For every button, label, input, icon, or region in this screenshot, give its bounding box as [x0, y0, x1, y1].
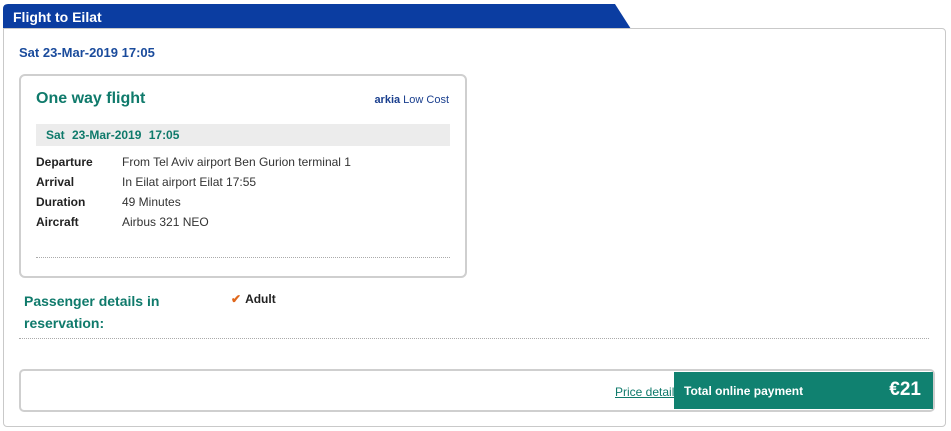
tab-title: Flight to Eilat [13, 9, 102, 25]
check-icon: ✔ [231, 292, 242, 306]
duration-value: 49 Minutes [122, 195, 181, 209]
flight-type-title: One way flight [36, 90, 146, 107]
flight-card: One way flight arkia Low Cost Sat 23-Mar-… [19, 74, 467, 278]
price-details-link[interactable]: Price details [615, 385, 680, 399]
flight-date-header: Sat 23-Mar-2019 17:05 [19, 45, 155, 60]
arrival-label: Arrival [36, 175, 75, 189]
total-payment-panel: Total online payment €21 [674, 372, 933, 409]
arkia-logo: arkia Low Cost [374, 94, 449, 106]
airline-suffix: Low Cost [403, 94, 449, 106]
aircraft-label: Aircraft [36, 215, 79, 229]
payment-box: Price details Total online payment €21 [19, 369, 935, 412]
aircraft-value: Airbus 321 NEO [122, 215, 209, 229]
passenger-value: ✔ Adult [231, 292, 276, 306]
airline-brand: arkia [374, 94, 401, 106]
passenger-details-label: Passenger details in reservation: [24, 293, 160, 331]
section-divider [19, 338, 929, 339]
flight-tab[interactable]: Flight to Eilat [3, 4, 631, 29]
flight-card-date: Sat 23-Mar-2019 17:05 [36, 124, 450, 146]
arrival-value: In Eilat airport Eilat 17:55 [122, 175, 257, 189]
passenger-type: Adult [245, 292, 276, 306]
total-payment-amount: €21 [889, 379, 921, 400]
card-divider [36, 257, 450, 258]
duration-label: Duration [36, 195, 86, 209]
departure-value: From Tel Aviv airport Ben Gurion termina… [122, 155, 351, 169]
departure-label: Departure [36, 155, 93, 169]
total-payment-label: Total online payment [684, 384, 804, 398]
